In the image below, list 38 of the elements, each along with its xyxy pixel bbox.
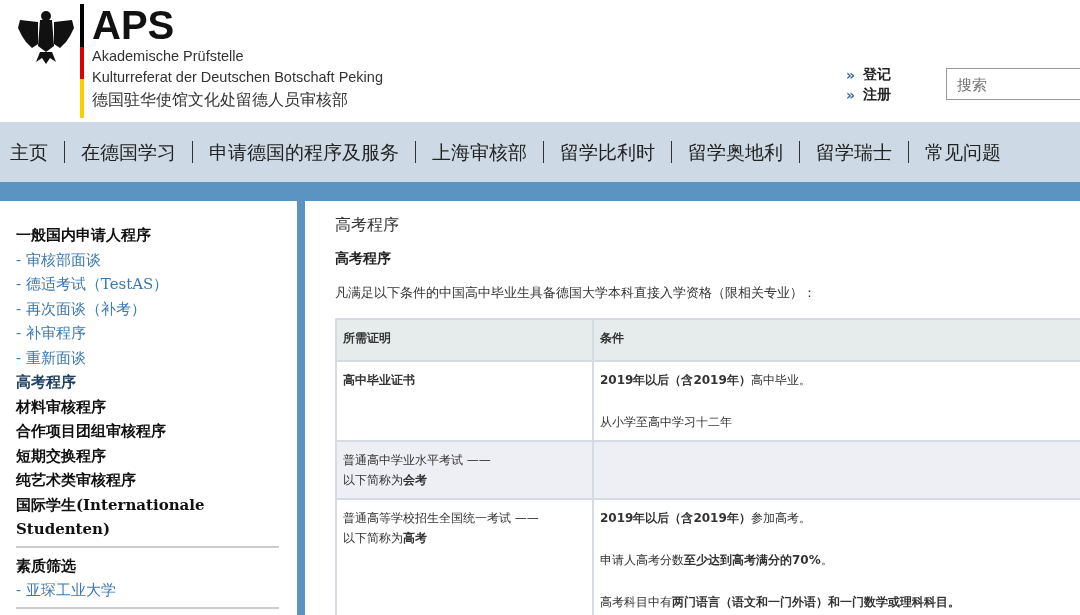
sidebar-link[interactable]: - 再次面谈（补考） <box>16 296 279 321</box>
section-title: 高考程序 <box>335 250 392 268</box>
sidebar-link[interactable]: 短期交换程序 <box>16 443 279 468</box>
sidebar-link[interactable]: - 德适考试（TestAS） <box>16 272 279 297</box>
nav-link[interactable]: 申请德国的程序及服务 <box>192 141 409 163</box>
page-title: 高考程序 <box>335 215 400 236</box>
table-cell: 普通高中学业水平考试 —— 以下简称为会考 <box>336 441 593 499</box>
sidebar-link[interactable]: - 补审程序 <box>16 321 279 346</box>
nav-link[interactable]: 常见问题 <box>908 141 1011 163</box>
header-link[interactable]: 注册 <box>863 86 892 104</box>
nav-link[interactable]: 留学比利时 <box>543 141 665 163</box>
sidebar-link[interactable]: 一般国内申请人程序 <box>16 223 279 248</box>
sidebar-link[interactable]: - 审核部面谈 <box>16 247 279 272</box>
table-cell: 普通高等学校招生全国统一考试 —— 以下简称为高考 <box>336 499 593 615</box>
logo-subtitle: Kulturreferat der Deutschen Botschaft Peking <box>92 68 383 87</box>
sidebar-link[interactable]: - 亚琛工业大学 <box>16 578 279 603</box>
column-header: 所需证明 <box>336 319 593 361</box>
sidebar-link[interactable]: 材料审核程序 <box>16 394 279 419</box>
nav-link[interactable]: 留学奥地利 <box>671 141 793 163</box>
nav-link[interactable]: 主页 <box>0 141 58 163</box>
search-field[interactable]: 搜索 <box>946 68 1080 100</box>
sidebar-link[interactable]: 高考程序 <box>16 370 279 395</box>
sidebar-link[interactable]: 素质筛选 <box>16 553 279 578</box>
sidebar-link[interactable]: 纯艺术类审核程序 <box>16 468 279 493</box>
logo-subtitle: 德国驻华使馆文化处留德人员审核部 <box>92 90 349 110</box>
intro-text: 凡满足以下条件的中国高中毕业生具备德国大学本科直接入学资格（限相关专业）： <box>335 284 817 302</box>
nav-link[interactable]: 留学瑞士 <box>799 141 902 163</box>
arrow-icon: » <box>846 67 856 83</box>
arrow-icon: » <box>846 87 856 103</box>
column-header: 条件 <box>593 319 1080 361</box>
nav-link[interactable]: 上海审核部 <box>415 141 537 163</box>
header-link[interactable]: 登记 <box>863 66 892 84</box>
logo-subtitle: Akademische Prüfstelle <box>92 47 245 66</box>
sidebar-link[interactable]: 国际学生(Internationale Studenten) <box>16 492 279 542</box>
sidebar-link[interactable]: - 重新面谈 <box>16 345 279 370</box>
logo-title: APS <box>92 4 176 46</box>
nav-link[interactable]: 在德国学习 <box>64 141 186 163</box>
sidebar-link[interactable]: 合作项目团组审核程序 <box>16 419 279 444</box>
